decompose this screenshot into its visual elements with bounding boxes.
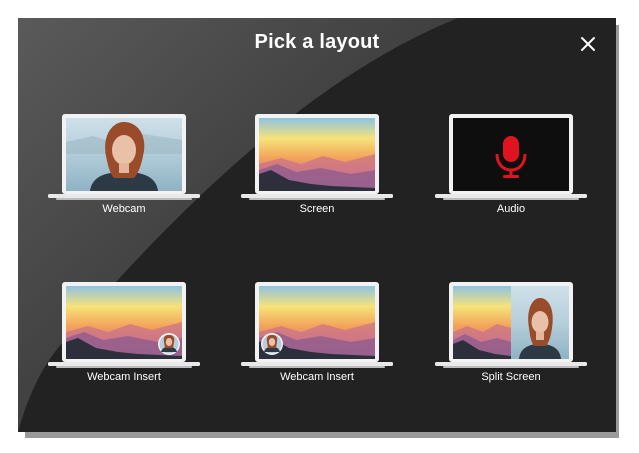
layout-option-screen[interactable]: Screen <box>241 114 393 224</box>
layout-dialog: Pick a layout Webcam Screen Audio Webcam… <box>18 18 616 432</box>
laptop-audio-preview <box>435 114 587 200</box>
laptop-webcam-insert-preview <box>48 282 200 368</box>
laptop-split-screen-preview <box>435 282 587 368</box>
layout-option-webcam-insert-right[interactable]: Webcam Insert <box>48 282 200 392</box>
layout-option-label: Webcam Insert <box>280 371 354 383</box>
layout-option-label: Audio <box>496 203 526 215</box>
layout-option-label: Webcam <box>102 203 146 215</box>
layout-option-label: Split Screen <box>481 371 541 383</box>
laptop-webcam-insert-preview <box>241 282 393 368</box>
layout-option-label: Screen <box>299 203 335 215</box>
close-icon[interactable] <box>579 35 597 53</box>
layout-option-webcam-insert-left[interactable]: Webcam Insert <box>241 282 393 392</box>
dialog-title: Pick a layout <box>254 31 380 53</box>
layout-option-audio[interactable]: Audio <box>435 114 587 224</box>
laptop-webcam-preview <box>48 114 200 200</box>
layout-option-split-screen[interactable]: Split Screen <box>435 282 587 392</box>
layout-option-webcam[interactable]: Webcam <box>48 114 200 224</box>
layout-option-label: Webcam Insert <box>87 371 161 383</box>
laptop-screen-preview <box>241 114 393 200</box>
